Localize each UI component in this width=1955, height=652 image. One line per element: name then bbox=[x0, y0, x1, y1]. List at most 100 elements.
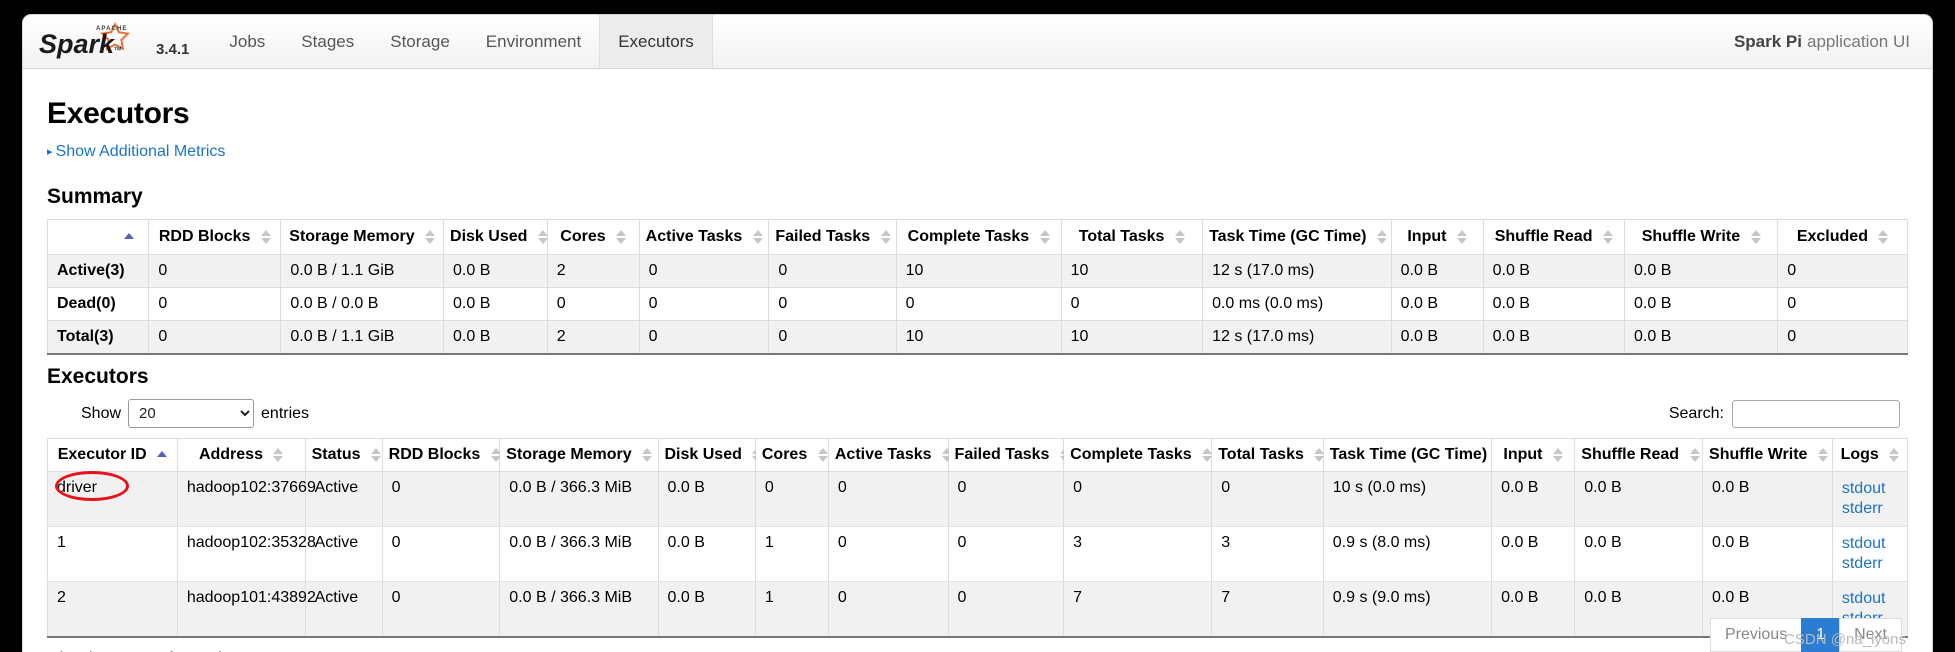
executor-cell-input: 0.0 B bbox=[1491, 581, 1576, 638]
summary-cell-complete-tasks: 0 bbox=[895, 287, 1062, 321]
summary-th-cores[interactable]: Cores bbox=[546, 219, 640, 255]
log-link-stdout[interactable]: stdout bbox=[1842, 534, 1898, 554]
executors-th-logs-text: Logs bbox=[1840, 446, 1879, 463]
summary-th-complete-tasks-text: Complete Tasks bbox=[907, 228, 1030, 245]
executor-cell-storage-memory: 0.0 B / 366.3 MiB bbox=[499, 471, 659, 527]
summary-cell-task-time: 0.0 ms (0.0 ms) bbox=[1202, 287, 1392, 321]
entries-length-control: Show 20 40 60 100 All entries bbox=[81, 399, 309, 428]
table-row: Total(3) 0 0.0 B / 1.1 GiB 0.0 B 2 0 0 1… bbox=[46, 320, 1908, 355]
pagination-previous-button[interactable]: Previous bbox=[1709, 618, 1802, 652]
executors-th-complete-tasks[interactable]: Complete Tasks bbox=[1063, 438, 1213, 472]
nav-link-jobs[interactable]: Jobs bbox=[211, 15, 283, 68]
executor-cell-failed-tasks: 0 bbox=[947, 526, 1065, 582]
summary-th-disk-used-text: Disk Used bbox=[450, 228, 528, 245]
executors-section-title: Executors bbox=[47, 365, 149, 388]
executors-th-address[interactable]: Address bbox=[176, 438, 306, 472]
summary-th-disk-used[interactable]: Disk Used bbox=[443, 219, 548, 255]
executor-cell-rdd-blocks: 0 bbox=[381, 581, 501, 638]
summary-th-label[interactable] bbox=[46, 219, 150, 255]
summary-th-active-tasks[interactable]: Active Tasks bbox=[638, 219, 770, 255]
summary-cell-input: 0.0 B bbox=[1390, 254, 1484, 288]
executor-cell-shuffle-read: 0.0 B bbox=[1574, 581, 1704, 638]
log-link-stderr[interactable]: stderr bbox=[1842, 499, 1898, 519]
summary-th-cores-text: Cores bbox=[560, 228, 606, 245]
nav-link-environment[interactable]: Environment bbox=[468, 15, 599, 68]
executor-cell-id: 2 bbox=[47, 581, 178, 638]
executors-th-total-tasks[interactable]: Total Tasks bbox=[1211, 438, 1325, 472]
summary-cell-storage-memory: 0.0 B / 1.1 GiB bbox=[280, 320, 445, 355]
sort-both-icon bbox=[616, 229, 627, 244]
summary-cell-storage-memory: 0.0 B / 0.0 B bbox=[280, 287, 445, 321]
nav-link-executors[interactable]: Executors bbox=[599, 15, 713, 68]
log-link-stdout[interactable]: stdout bbox=[1842, 589, 1898, 609]
sort-ascending-icon bbox=[157, 450, 168, 459]
executor-cell-cores: 1 bbox=[754, 526, 829, 582]
search-input[interactable] bbox=[1732, 399, 1900, 428]
executors-th-storage-memory-text: Storage Memory bbox=[506, 446, 632, 463]
executors-th-logs[interactable]: Logs bbox=[1831, 438, 1909, 472]
executors-th-cores-text: Cores bbox=[761, 446, 808, 463]
executor-cell-disk-used: 0.0 B bbox=[657, 526, 756, 582]
executor-cell-cores: 0 bbox=[754, 471, 829, 527]
executor-cell-complete-tasks: 3 bbox=[1063, 526, 1213, 582]
summary-th-input[interactable]: Input bbox=[1390, 219, 1484, 255]
spark-brand[interactable]: APACHE Spark ™ 3.4.1 bbox=[23, 15, 189, 68]
sort-both-icon bbox=[1552, 447, 1563, 462]
summary-cell-active-tasks: 0 bbox=[638, 287, 770, 321]
sort-both-icon bbox=[1689, 447, 1700, 462]
executors-th-storage-memory[interactable]: Storage Memory bbox=[499, 438, 659, 472]
summary-th-complete-tasks[interactable]: Complete Tasks bbox=[895, 219, 1062, 255]
summary-th-shuffle-write[interactable]: Shuffle Write bbox=[1624, 219, 1779, 255]
executors-th-failed-tasks[interactable]: Failed Tasks bbox=[947, 438, 1070, 472]
summary-th-storage-memory[interactable]: Storage Memory bbox=[280, 219, 445, 255]
executors-th-executor-id-text: Executor ID bbox=[57, 446, 147, 463]
summary-th-active-tasks-text: Active Tasks bbox=[645, 228, 743, 245]
log-link-stdout[interactable]: stdout bbox=[1842, 479, 1898, 499]
summary-th-task-time[interactable]: Task Time (GC Time) bbox=[1202, 219, 1392, 255]
nav-link-storage[interactable]: Storage bbox=[372, 15, 468, 68]
executors-th-shuffle-write[interactable]: Shuffle Write bbox=[1702, 438, 1833, 472]
pagination-page-1-button[interactable]: 1 bbox=[1801, 618, 1840, 652]
summary-cell-shuffle-read: 0.0 B bbox=[1482, 254, 1626, 288]
log-link-stderr[interactable]: stderr bbox=[1842, 554, 1898, 574]
executors-th-complete-tasks-text: Complete Tasks bbox=[1070, 446, 1192, 463]
executors-th-cores[interactable]: Cores bbox=[754, 438, 829, 472]
entries-per-page-select[interactable]: 20 40 60 100 All bbox=[128, 399, 255, 428]
executors-th-active-tasks-text: Active Tasks bbox=[834, 446, 932, 463]
nav-link-stages[interactable]: Stages bbox=[283, 15, 372, 68]
summary-cell-task-time: 12 s (17.0 ms) bbox=[1202, 254, 1392, 288]
summary-table: RDD Blocks Storage Memory Disk Used Core… bbox=[46, 219, 1908, 355]
summary-th-excluded[interactable]: Excluded bbox=[1777, 219, 1908, 255]
executor-cell-status: Active bbox=[304, 471, 383, 527]
executors-th-disk-used[interactable]: Disk Used bbox=[657, 438, 763, 472]
summary-cell-failed-tasks: 0 bbox=[768, 320, 897, 355]
summary-th-shuffle-read[interactable]: Shuffle Read bbox=[1482, 219, 1626, 255]
executor-cell-shuffle-read: 0.0 B bbox=[1574, 526, 1704, 582]
summary-th-total-tasks[interactable]: Total Tasks bbox=[1060, 219, 1204, 255]
summary-th-failed-tasks[interactable]: Failed Tasks bbox=[768, 219, 897, 255]
executors-th-task-time[interactable]: Task Time (GC Time) bbox=[1322, 438, 1508, 472]
executor-cell-total-tasks: 7 bbox=[1211, 581, 1324, 638]
summary-header-row: RDD Blocks Storage Memory Disk Used Core… bbox=[46, 219, 1908, 255]
summary-cell-cores: 0 bbox=[546, 287, 640, 321]
executors-th-rdd-blocks[interactable]: RDD Blocks bbox=[381, 438, 501, 472]
executors-th-input[interactable]: Input bbox=[1491, 438, 1576, 472]
executors-th-active-tasks[interactable]: Active Tasks bbox=[827, 438, 952, 472]
spark-logo-icon: APACHE Spark ™ bbox=[39, 20, 149, 60]
navbar-links: Jobs Stages Storage Environment Executor… bbox=[211, 15, 713, 68]
executors-th-executor-id[interactable]: Executor ID bbox=[47, 438, 178, 472]
summary-cell-complete-tasks: 10 bbox=[895, 254, 1062, 288]
sort-both-icon bbox=[1817, 447, 1828, 462]
show-additional-metrics-label: Show Additional Metrics bbox=[55, 143, 226, 160]
executors-th-shuffle-read[interactable]: Shuffle Read bbox=[1574, 438, 1704, 472]
summary-th-excluded-text: Excluded bbox=[1796, 228, 1868, 245]
executor-cell-input: 0.0 B bbox=[1491, 471, 1576, 527]
pagination-next-button[interactable]: Next bbox=[1839, 618, 1902, 652]
summary-th-total-tasks-text: Total Tasks bbox=[1078, 228, 1165, 245]
executors-th-status[interactable]: Status bbox=[304, 438, 383, 472]
show-additional-metrics-toggle[interactable]: ▸ Show Additional Metrics bbox=[47, 143, 225, 161]
summary-th-rdd-blocks[interactable]: RDD Blocks bbox=[148, 219, 282, 255]
executors-th-status-text: Status bbox=[311, 446, 361, 463]
summary-cell-task-time: 12 s (17.0 ms) bbox=[1202, 320, 1392, 355]
search-control: Search: bbox=[1669, 399, 1900, 428]
